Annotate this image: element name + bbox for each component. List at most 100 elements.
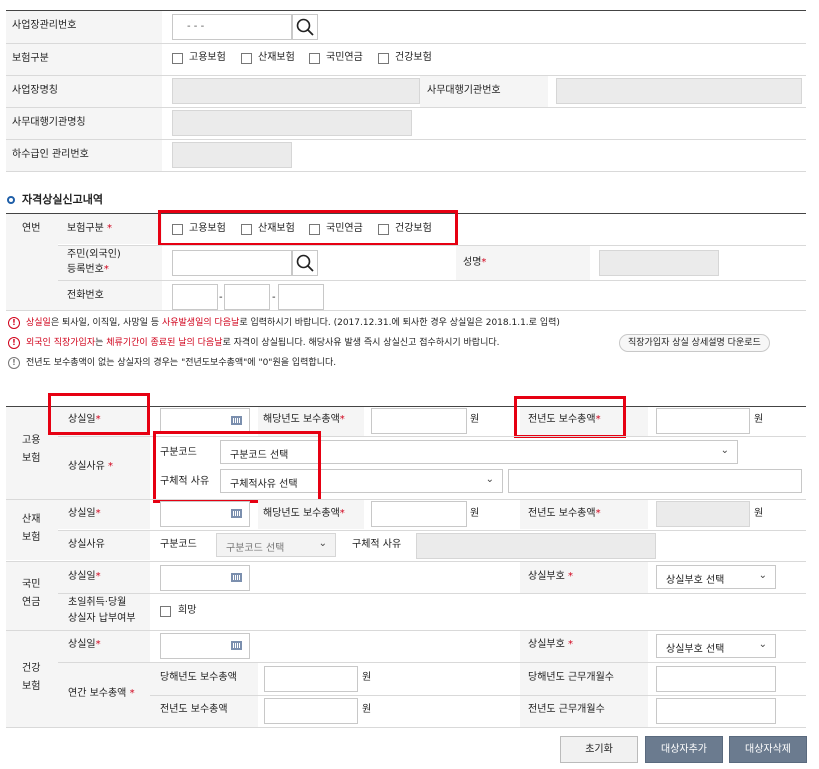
warning-icon: ! [8,317,20,329]
emp-current-pay-label: 해당년도 보수총액* [263,414,345,425]
phone-dash-1: - [219,292,223,303]
reset-button[interactable]: 초기화 [560,736,638,763]
ind-loss-date-label: 상실일* [68,508,101,519]
ind-reason-label: 상실사유 [68,539,105,550]
top-ins-checkbox-industrial[interactable] [241,53,252,64]
pen-loss-code-label: 상실부호 * [528,571,573,582]
info-icon: ! [8,357,20,369]
ind-current-pay-label: 해당년도 보수총액* [263,508,345,519]
pen-hope-checkbox[interactable] [160,606,171,617]
pen-loss-code-value: 상실부호 선택 [666,575,725,586]
phone-input-1[interactable] [172,284,218,310]
biz-no-search-button[interactable] [292,14,318,40]
biz-name-field [172,78,420,104]
download-guide-button[interactable]: 직장가입자 상실 상세설명 다운로드 [619,334,770,352]
biz-no-label: 사업장관리번호 [12,20,77,31]
calendar-icon[interactable] [231,507,242,518]
search-icon [296,18,314,36]
top-ins-checkbox-pension[interactable] [309,53,320,64]
add-target-button[interactable]: 대상자추가 [645,736,723,763]
emp-current-pay-input[interactable] [371,408,467,434]
ind-category-code-label: 구분코드 [160,539,197,550]
resident-no-input[interactable] [172,250,292,276]
resident-label-line2: 등록번호* [67,264,109,275]
top-ins-option-health: 건강보험 [395,52,432,63]
highlight-loss-date [48,393,150,435]
chevron-down-icon: ⌄ [758,570,767,581]
emp-detail-reason-text[interactable] [508,469,802,493]
phone-label: 전화번호 [67,290,104,301]
agency-name-field [172,110,412,136]
hea-annual-pay-label: 연간 보수총액 * [68,688,135,699]
emp-group-label-1: 고용 [22,435,41,446]
biz-no-input[interactable]: - - - [172,14,292,40]
resident-label-line1: 주민(외국인) [67,249,121,260]
hea-prev-pay-input[interactable] [264,698,358,724]
agency-no-field [556,78,802,104]
pen-group-label-1: 국민 [22,579,41,590]
ind-category-code-select[interactable]: 구분코드 선택 ⌄ [216,533,336,557]
subcontract-field [172,142,292,168]
ind-detail-reason-field [416,533,656,559]
chevron-down-icon: ⌄ [485,474,494,485]
highlight-reason [153,431,321,503]
pen-loss-code-select[interactable]: 상실부호 선택 ⌄ [656,565,776,589]
biz-no-value: - - - [187,21,205,32]
delete-target-button[interactable]: 대상자삭제 [729,736,807,763]
hea-prev-months-input[interactable] [656,698,776,724]
hea-prev-pay-unit: 원 [362,704,372,715]
notice-1: 상실일은 퇴사일, 이직일, 사망일 등 사유발생일의 다음날로 입력하시기 바… [26,318,560,328]
section-ins-type-label: 보험구분 * [67,223,112,234]
ind-group-label-2: 보험 [22,532,41,543]
hea-current-pay-unit: 원 [362,672,372,683]
hea-current-pay-label: 당해년도 보수총액 [160,672,237,683]
notice-3: 전년도 보수총액이 없는 상실자의 경우는 "전년도보수총액"에 "0"원을 입… [26,358,337,368]
warning-icon: ! [8,337,20,349]
hea-loss-date-label: 상실일* [68,639,101,650]
top-ins-option-employment: 고용보험 [189,52,226,63]
hea-loss-code-label: 상실부호 * [528,639,573,650]
hea-group-label-2: 보험 [22,681,41,692]
hea-group-label-1: 건강 [22,663,41,674]
name-label: 성명* [463,257,487,268]
section-bullet-icon [7,196,15,204]
emp-prev-pay-input[interactable] [656,408,750,434]
resident-search-button[interactable] [292,250,318,276]
pen-first-month-label-2: 상실자 납부여부 [68,613,136,624]
pen-loss-date-input[interactable] [160,565,250,591]
phone-input-3[interactable] [278,284,324,310]
notice-2: 외국인 직장가입자는 체류기간이 종료된 날의 다음날로 자격이 상실됩니다. … [26,338,500,348]
emp-group-label-2: 보험 [22,453,41,464]
calendar-icon[interactable] [231,414,242,425]
pen-group-label-2: 연금 [22,597,41,608]
agency-name-label: 사무대행기관명칭 [12,117,86,128]
pen-loss-date-label: 상실일* [68,571,101,582]
ind-category-code-value: 구분코드 선택 [226,543,285,554]
calendar-icon[interactable] [231,639,242,650]
highlight-prev-pay [514,396,626,438]
ind-loss-date-input[interactable] [160,501,250,527]
ind-current-pay-input[interactable] [371,501,467,527]
hea-prev-months-label: 전년도 근무개월수 [528,704,605,715]
ind-prev-pay-label: 전년도 보수총액* [528,508,601,519]
search-icon [296,254,314,272]
phone-input-2[interactable] [224,284,270,310]
top-ins-checkbox-health[interactable] [378,53,389,64]
hea-current-pay-input[interactable] [264,666,358,692]
hea-loss-code-select[interactable]: 상실부호 선택 ⌄ [656,634,776,658]
section-title: 자격상실신고내역 [22,193,103,206]
hea-current-months-input[interactable] [656,666,776,692]
biz-name-label: 사업장명칭 [12,85,58,96]
top-ins-option-pension: 국민연금 [326,52,363,63]
ind-prev-pay-field [656,501,750,527]
hea-current-months-label: 당해년도 근무개월수 [528,672,614,683]
pen-first-month-label-1: 초일취득·당월 [68,597,127,608]
ins-type-label: 보험구분 [12,53,49,64]
hea-prev-pay-label: 전년도 보수총액 [160,704,228,715]
calendar-icon[interactable] [231,571,242,582]
hea-loss-code-value: 상실부호 선택 [666,644,725,655]
seq-label: 연번 [22,223,41,234]
top-ins-checkbox-employment[interactable] [172,53,183,64]
hea-loss-date-input[interactable] [160,633,250,659]
emp-reason-label: 상실사유 * [68,461,113,472]
